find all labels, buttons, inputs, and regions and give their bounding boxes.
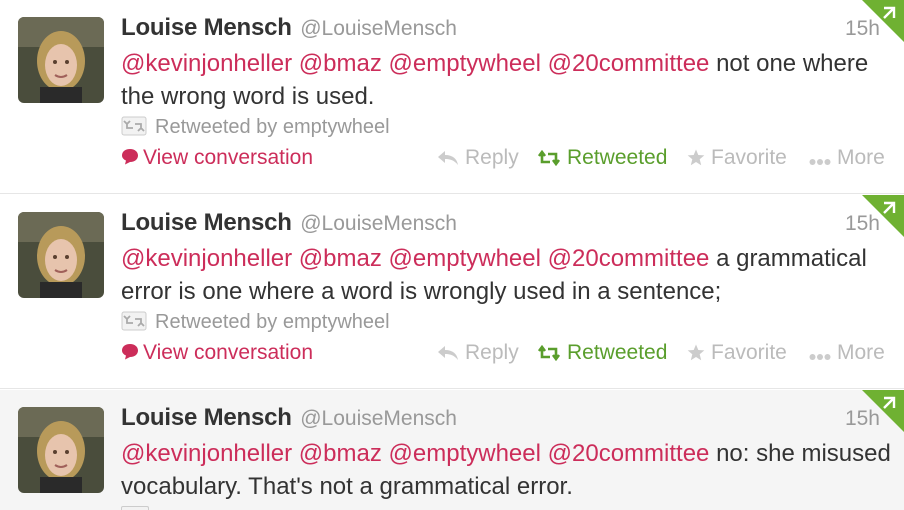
mention-link[interactable]: @emptywheel [389, 440, 541, 467]
mention-link[interactable]: @bmaz [299, 245, 382, 272]
avatar[interactable] [18, 407, 104, 493]
tweet-text: @kevinjonheller @bmaz @emptywheel @20com… [121, 242, 891, 308]
tweet-actions: View conversation Reply Retweeted Favori… [121, 341, 904, 371]
reply-label: Reply [465, 146, 519, 169]
favorite-label: Favorite [711, 146, 787, 169]
retweeted-by-text[interactable]: Retweeted by emptywheel [155, 116, 390, 138]
username[interactable]: @LouiseMensch [300, 407, 457, 430]
retweet-corner-badge-icon [862, 0, 904, 42]
more-dots-icon [809, 148, 831, 172]
mention-link[interactable]: @20committee [548, 50, 710, 77]
tweet[interactable]: Louise Mensch @LouiseMensch 15h @kevinjo… [0, 390, 904, 510]
view-conversation-label: View conversation [143, 341, 314, 364]
favorite-button[interactable]: Favorite [687, 341, 787, 367]
tweet[interactable]: Louise Mensch @LouiseMensch 15h @kevinjo… [0, 0, 904, 194]
speech-bubble-icon [121, 342, 139, 366]
more-button[interactable]: More [809, 146, 885, 172]
more-button[interactable]: More [809, 341, 885, 367]
reply-arrow-icon [437, 148, 459, 172]
tweet-text: @kevinjonheller @bmaz @emptywheel @20com… [121, 437, 891, 503]
mention-link[interactable]: @kevinjonheller [121, 440, 292, 467]
star-icon [687, 343, 705, 367]
retweeted-button[interactable]: Retweeted [537, 146, 667, 172]
more-dots-icon [809, 343, 831, 367]
retweet-corner-badge-icon [862, 390, 904, 432]
reply-arrow-icon [437, 343, 459, 367]
mention-link[interactable]: @bmaz [299, 50, 382, 77]
mention-link[interactable]: @kevinjonheller [121, 50, 292, 77]
username[interactable]: @LouiseMensch [300, 17, 457, 40]
tweet-actions: View conversation Reply Retweeted Favori… [121, 146, 904, 176]
reply-button[interactable]: Reply [437, 146, 519, 172]
tweet[interactable]: Louise Mensch @LouiseMensch 15h @kevinjo… [0, 195, 904, 389]
retweet-box-icon [121, 311, 147, 337]
retweeted-button[interactable]: Retweeted [537, 341, 667, 367]
retweet-box-icon [121, 506, 149, 510]
view-conversation-label: View conversation [143, 146, 314, 169]
more-label: More [837, 146, 885, 169]
mention-link[interactable]: @bmaz [299, 440, 382, 467]
star-icon [687, 148, 705, 172]
retweeted-by: Retweeted by emptywheel [121, 116, 390, 142]
view-conversation-link[interactable]: View conversation [121, 146, 313, 171]
retweet-icon [537, 343, 561, 367]
mention-link[interactable]: @emptywheel [389, 50, 541, 77]
avatar[interactable] [18, 17, 104, 103]
retweeted-by: Retweeted by emptywheel [121, 311, 390, 337]
avatar[interactable] [18, 212, 104, 298]
retweet-corner-badge-icon [862, 195, 904, 237]
view-conversation-link[interactable]: View conversation [121, 341, 313, 366]
reply-button[interactable]: Reply [437, 341, 519, 367]
mention-link[interactable]: @emptywheel [389, 245, 541, 272]
retweeted-by-text[interactable]: Retweeted by emptywheel [155, 311, 390, 333]
fullname[interactable]: Louise Mensch [121, 14, 292, 41]
retweeted-label: Retweeted [567, 341, 668, 364]
retweeted-label: Retweeted [567, 146, 668, 169]
mention-link[interactable]: @20committee [548, 245, 710, 272]
retweet-icon [537, 148, 561, 172]
reply-label: Reply [465, 341, 519, 364]
username[interactable]: @LouiseMensch [300, 212, 457, 235]
fullname[interactable]: Louise Mensch [121, 404, 292, 431]
mention-link[interactable]: @20committee [548, 440, 710, 467]
mention-link[interactable]: @kevinjonheller [121, 245, 292, 272]
fullname[interactable]: Louise Mensch [121, 209, 292, 236]
favorite-button[interactable]: Favorite [687, 146, 787, 172]
speech-bubble-icon [121, 147, 139, 171]
tweet-text: @kevinjonheller @bmaz @emptywheel @20com… [121, 47, 891, 113]
retweet-box-icon [121, 116, 147, 142]
favorite-label: Favorite [711, 341, 787, 364]
more-label: More [837, 341, 885, 364]
